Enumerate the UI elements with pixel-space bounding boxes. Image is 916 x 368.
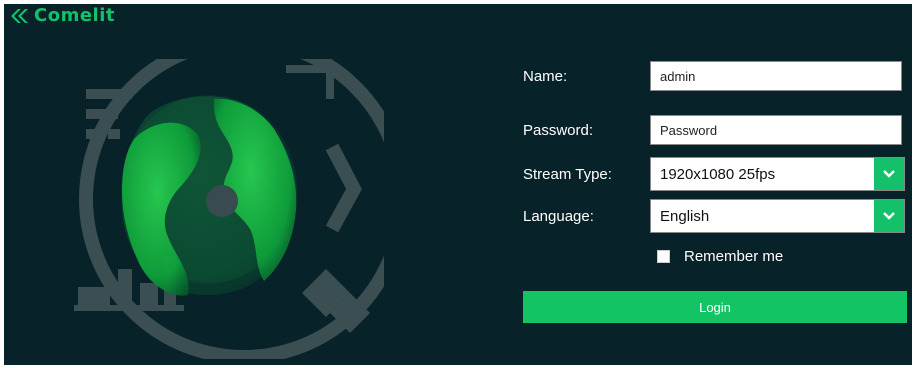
language-select[interactable]: English — [650, 199, 905, 233]
stream-type-row: Stream Type: 1920x1080 25fps — [523, 157, 907, 191]
login-panel: Comelit Name: admin Password: Password S… — [4, 4, 912, 365]
name-row: Name: admin — [523, 61, 907, 91]
password-input[interactable]: Password — [650, 115, 902, 145]
checkbox-icon[interactable] — [657, 250, 670, 263]
brand-logo: Comelit — [10, 7, 115, 25]
logo-text: Comelit — [34, 5, 115, 26]
comelit-logo-icon — [11, 9, 28, 23]
login-button[interactable]: Login — [523, 291, 907, 323]
chevron-down-icon[interactable] — [874, 158, 904, 190]
password-row: Password: Password — [523, 115, 907, 145]
name-input[interactable]: admin — [650, 61, 902, 91]
stream-type-label: Stream Type: — [523, 165, 612, 183]
language-label: Language: — [523, 207, 594, 225]
stream-type-select[interactable]: 1920x1080 25fps — [650, 157, 905, 191]
globe-illustration — [74, 59, 384, 359]
remember-label: Remember me — [684, 248, 784, 265]
password-label: Password: — [523, 121, 594, 139]
name-label: Name: — [523, 67, 568, 85]
language-value: English — [660, 207, 710, 225]
remember-me[interactable]: Remember me — [657, 248, 783, 265]
stream-type-value: 1920x1080 25fps — [660, 165, 776, 183]
chevron-down-icon[interactable] — [874, 200, 904, 232]
language-row: Language: English — [523, 199, 907, 233]
